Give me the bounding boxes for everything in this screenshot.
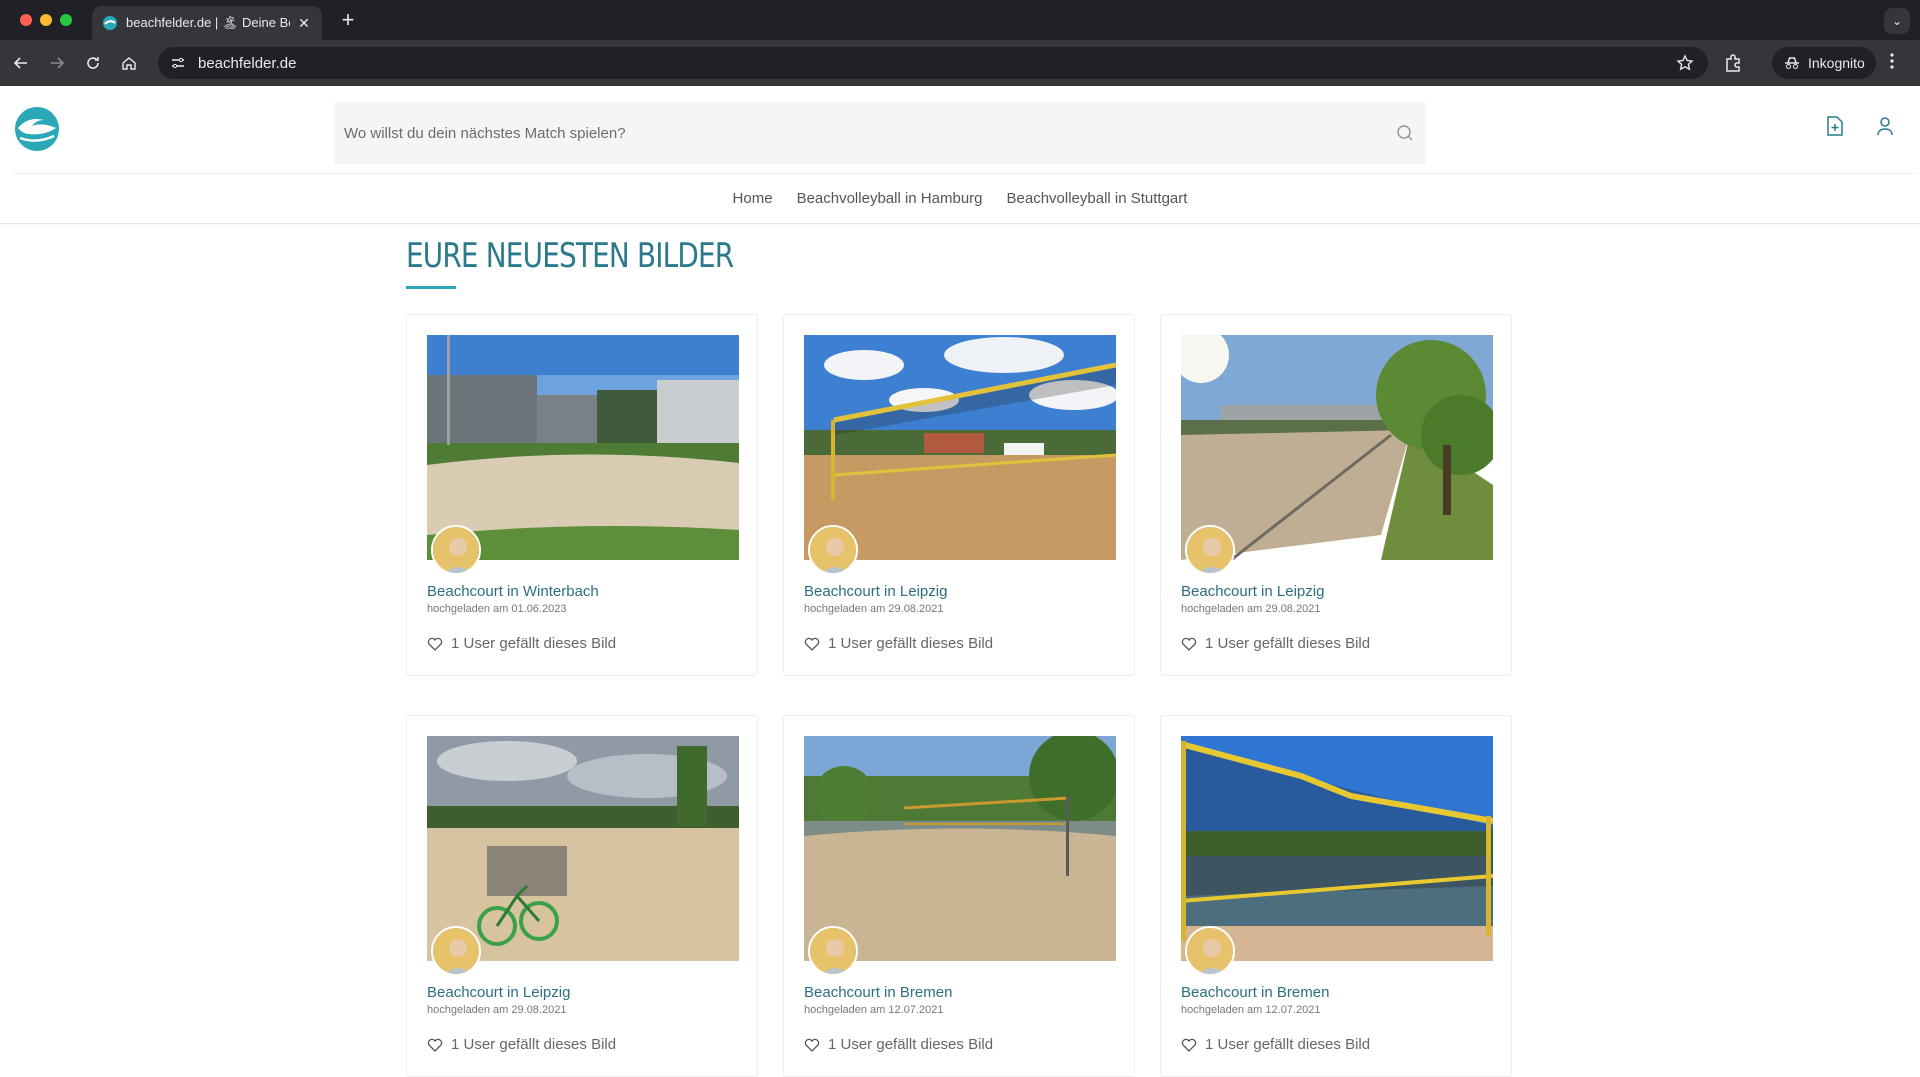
card-image[interactable] [1181,335,1493,560]
window-maximize-button[interactable] [60,14,72,26]
tab-search-button[interactable]: ⌄ [1884,8,1910,34]
favicon-icon [103,16,117,30]
home-icon[interactable] [118,52,140,74]
close-icon[interactable]: ✕ [296,15,312,32]
extensions-icon[interactable] [1723,52,1745,74]
browser-tab-bar: beachfelder.de | 🏝 Deine Be ✕ + ⌄ [0,0,1920,40]
url-text: beachfelder.de [198,54,297,72]
card-image[interactable] [1181,736,1493,961]
menu-icon[interactable] [1890,52,1894,70]
incognito-label: Inkognito [1808,55,1865,71]
logo-icon[interactable] [14,106,60,152]
nav-item-home[interactable]: Home [733,190,773,207]
like-count: 1 User gefällt dieses Bild [1205,1036,1371,1053]
avatar[interactable] [431,525,481,575]
header-divider [12,173,1918,174]
like-count: 1 User gefällt dieses Bild [828,1036,994,1053]
like-button[interactable]: 1 User gefällt dieses Bild [1181,1036,1370,1053]
avatar[interactable] [431,926,481,976]
card-image[interactable] [427,736,739,961]
card-image[interactable] [804,335,1116,560]
avatar[interactable] [1185,926,1235,976]
like-count: 1 User gefällt dieses Bild [1205,635,1371,652]
like-count: 1 User gefällt dieses Bild [828,635,994,652]
incognito-button[interactable]: Inkognito [1772,47,1876,79]
search-icon[interactable] [1396,124,1414,142]
like-button[interactable]: 1 User gefällt dieses Bild [1181,635,1370,652]
card-title[interactable]: Beachcourt in Leipzig [427,984,570,1001]
heart-icon[interactable] [427,1038,443,1052]
site-header: Home Beachvolleyball in Hamburg Beachvol… [0,86,1920,224]
card-title[interactable]: Beachcourt in Bremen [804,984,952,1001]
card-date: hochgeladen am 12.07.2021 [804,1004,944,1016]
image-card[interactable]: Beachcourt in Leipzig hochgeladen am 29.… [406,715,758,1077]
image-card[interactable]: Beachcourt in Leipzig hochgeladen am 29.… [1160,314,1512,676]
like-count: 1 User gefällt dieses Bild [451,1036,617,1053]
avatar[interactable] [808,926,858,976]
incognito-icon [1785,57,1799,69]
card-date: hochgeladen am 12.07.2021 [1181,1004,1321,1016]
like-button[interactable]: 1 User gefällt dieses Bild [427,1036,616,1053]
like-button[interactable]: 1 User gefällt dieses Bild [804,635,993,652]
card-title[interactable]: Beachcourt in Leipzig [804,583,947,600]
address-bar[interactable]: beachfelder.de [158,47,1708,79]
heart-icon[interactable] [427,637,443,651]
card-image[interactable] [427,335,739,560]
card-date: hochgeladen am 01.06.2023 [427,603,567,615]
like-count: 1 User gefällt dieses Bild [451,635,617,652]
image-card[interactable]: Beachcourt in Winterbach hochgeladen am … [406,314,758,676]
new-tab-button[interactable]: + [336,8,360,32]
browser-tab[interactable]: beachfelder.de | 🏝 Deine Be ✕ [92,6,322,40]
avatar[interactable] [808,525,858,575]
card-date: hochgeladen am 29.08.2021 [1181,603,1321,615]
tab-title: beachfelder.de | 🏝 Deine Be [126,15,290,30]
image-card[interactable]: Beachcourt in Leipzig hochgeladen am 29.… [783,314,1135,676]
add-document-icon[interactable] [1826,116,1844,136]
card-title[interactable]: Beachcourt in Winterbach [427,583,599,600]
card-date: hochgeladen am 29.08.2021 [427,1004,567,1016]
image-card[interactable]: Beachcourt in Bremen hochgeladen am 12.0… [1160,715,1512,1077]
browser-toolbar: beachfelder.de Inkognito [0,40,1920,86]
nav-item-hamburg[interactable]: Beachvolleyball in Hamburg [797,190,983,207]
user-icon[interactable] [1876,116,1894,136]
card-date: hochgeladen am 29.08.2021 [804,603,944,615]
image-card[interactable]: Beachcourt in Bremen hochgeladen am 12.0… [783,715,1135,1077]
search-bar[interactable] [334,102,1426,164]
card-image[interactable] [804,736,1116,961]
heart-icon[interactable] [804,1038,820,1052]
card-title[interactable]: Beachcourt in Bremen [1181,984,1329,1001]
nav-item-stuttgart[interactable]: Beachvolleyball in Stuttgart [1007,190,1188,207]
like-button[interactable]: 1 User gefällt dieses Bild [427,635,616,652]
reload-icon[interactable] [82,52,104,74]
back-icon[interactable] [10,52,32,74]
window-close-button[interactable] [20,14,32,26]
main-navigation: Home Beachvolleyball in Hamburg Beachvol… [0,190,1920,207]
heart-icon[interactable] [1181,637,1197,651]
avatar[interactable] [1185,525,1235,575]
star-icon[interactable] [1676,54,1694,72]
title-underline [406,286,456,289]
site-settings-icon[interactable] [170,55,186,71]
heart-icon[interactable] [1181,1038,1197,1052]
card-title[interactable]: Beachcourt in Leipzig [1181,583,1324,600]
search-input[interactable] [344,124,1344,142]
forward-icon[interactable] [46,52,68,74]
page-title: EURE NEUESTEN BILDER [406,236,734,276]
window-minimize-button[interactable] [40,14,52,26]
like-button[interactable]: 1 User gefällt dieses Bild [804,1036,993,1053]
heart-icon[interactable] [804,637,820,651]
